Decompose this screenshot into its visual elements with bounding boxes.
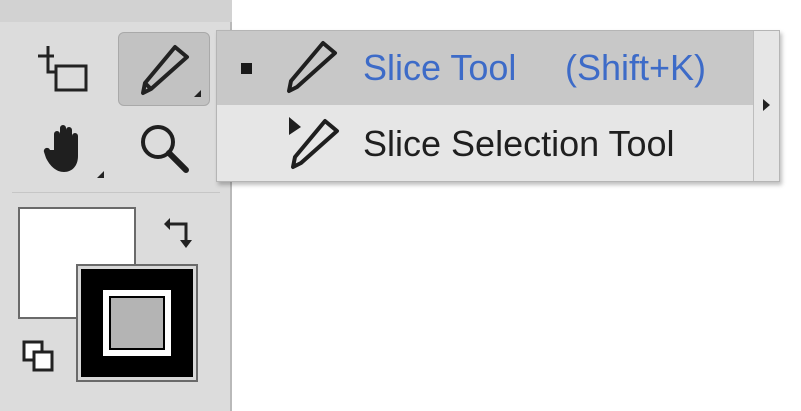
artboard-icon (36, 44, 96, 99)
default-colors-icon[interactable] (22, 340, 58, 381)
hand-tool-button[interactable] (22, 110, 114, 184)
flyout-item-label: Slice Tool (363, 47, 517, 88)
stroke-inner-indicator (103, 290, 171, 356)
flyout-expand-strip[interactable] (753, 31, 779, 181)
flyout-indicator-icon (194, 90, 201, 97)
flyout-item-shortcut: (Shift+K) (565, 47, 707, 88)
flyout-item-slice-selection-tool[interactable]: Slice Selection Tool (217, 107, 753, 181)
flyout-indicator-icon (97, 171, 104, 178)
slice-knife-icon (135, 43, 193, 102)
swap-fill-stroke-icon[interactable] (162, 210, 202, 255)
hand-icon (40, 120, 96, 181)
artboard-tool-button[interactable] (22, 32, 114, 106)
chevron-right-icon (763, 99, 770, 111)
slice-knife-icon (281, 39, 341, 102)
toolbar-divider (12, 192, 220, 193)
selected-bullet-icon (241, 63, 252, 74)
toolbar-top-edge (0, 0, 232, 22)
slice-selection-icon (281, 113, 343, 180)
tools-panel (0, 0, 232, 411)
stroke-color-swatch[interactable] (76, 264, 198, 382)
slice-tool-flyout-menu: Slice Tool (Shift+K) Slice Selection Too… (216, 30, 780, 182)
flyout-item-label: Slice Selection Tool (363, 123, 675, 164)
magnifier-icon (138, 122, 192, 181)
zoom-tool-button[interactable] (118, 110, 210, 184)
flyout-item-slice-tool[interactable]: Slice Tool (Shift+K) (217, 31, 753, 105)
slice-tool-button[interactable] (118, 32, 210, 106)
